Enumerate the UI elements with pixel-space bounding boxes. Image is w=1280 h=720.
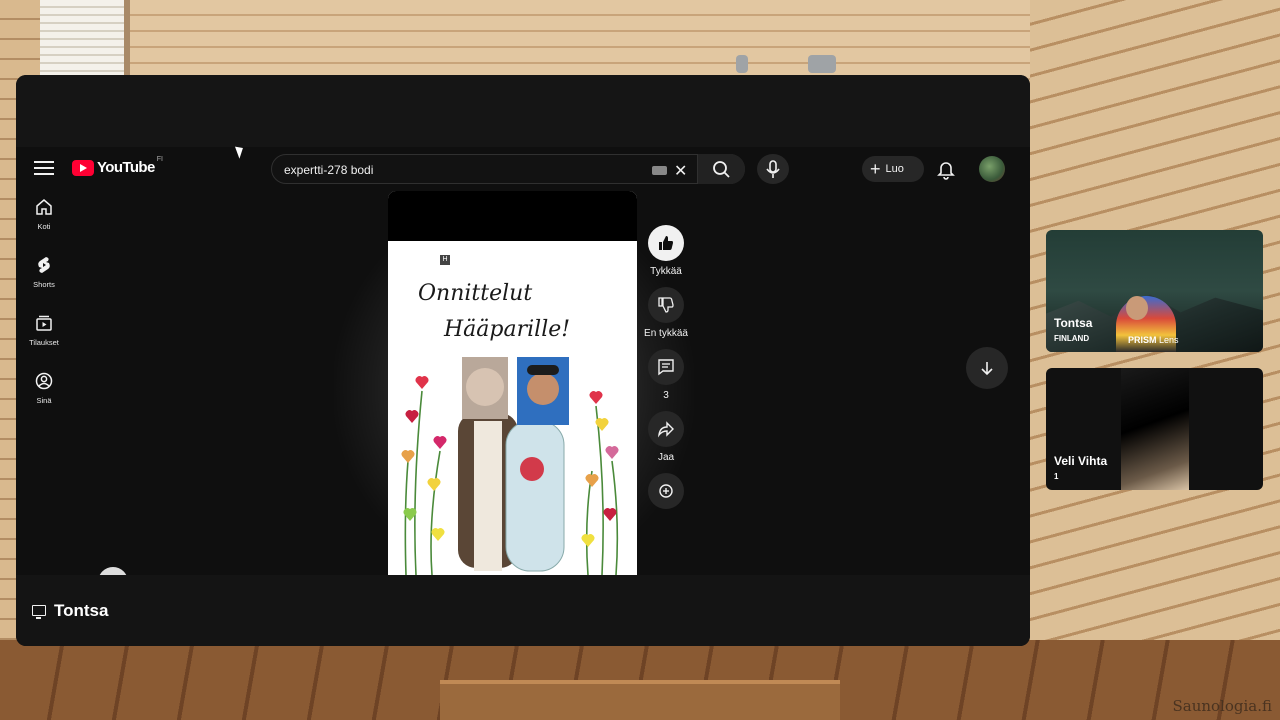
short-actions: Tykkää En tykkää 3 Jaa <box>640 225 692 519</box>
site-watermark: Saunologia.fi <box>1172 697 1272 715</box>
bell-icon <box>937 162 955 180</box>
short-video[interactable]: H Onnittelut Hääparille! <box>388 191 637 575</box>
dislike-label: En tykkää <box>644 328 688 339</box>
search-box: ✕ <box>271 154 745 184</box>
youtube-logo[interactable]: YouTube FI <box>72 156 163 176</box>
lens-suffix: Lens <box>1159 335 1179 345</box>
lens-prefix: PRISM <box>1128 335 1157 345</box>
search-icon <box>713 161 730 178</box>
voice-search-button[interactable] <box>757 154 789 184</box>
youtube-page: YouTube FI ✕ + Luo <box>16 147 1030 575</box>
guide-item-home[interactable]: Koti <box>16 191 72 249</box>
logo-country: FI <box>156 156 163 163</box>
participant-name: Veli Vihta <box>1054 454 1108 468</box>
guide-label: Tilaukset <box>29 338 59 347</box>
share-button[interactable]: Jaa <box>640 411 692 463</box>
thumbs-up-icon <box>659 236 673 250</box>
search-input[interactable] <box>284 160 644 180</box>
comment-icon <box>658 359 674 376</box>
dislike-button[interactable]: En tykkää <box>640 287 692 339</box>
guide-label: Shorts <box>33 280 55 289</box>
screen-share-window: YouTube FI ✕ + Luo <box>16 75 1030 646</box>
participant-tile[interactable]: Veli Vihta 1 <box>1046 368 1263 490</box>
remix-icon <box>659 484 673 498</box>
screen-share-icon <box>32 605 46 619</box>
ceiling-fixture <box>808 55 836 73</box>
guide-item-shorts[interactable]: Shorts <box>16 249 72 307</box>
short-player[interactable]: H Onnittelut Hääparille! <box>388 191 637 575</box>
account-avatar[interactable] <box>979 156 1005 182</box>
clear-icon[interactable]: ✕ <box>674 161 687 181</box>
youtube-logo-icon <box>72 159 94 176</box>
you-icon <box>35 372 53 390</box>
channel-avatar[interactable] <box>98 567 128 575</box>
guide-sidebar: Koti Shorts Tilaukset Sinä <box>16 191 72 423</box>
home-icon <box>36 199 52 215</box>
remix-button[interactable] <box>640 473 692 509</box>
search-button[interactable] <box>697 154 745 184</box>
participant-sub: 1 <box>1054 472 1059 481</box>
next-short-button[interactable] <box>966 347 1008 389</box>
participant-video <box>1121 368 1189 490</box>
youtube-masthead: YouTube FI ✕ + Luo <box>16 147 1030 191</box>
microphone-icon <box>766 160 780 178</box>
like-label: Tykkää <box>650 266 682 277</box>
subscriptions-icon <box>36 315 52 331</box>
share-label: Jaa <box>657 452 675 463</box>
share-icon <box>657 421 674 438</box>
participant-tile[interactable]: Tontsa FINLAND PRISM Lens <box>1046 230 1263 352</box>
plus-icon: + <box>870 159 881 179</box>
participant-name: Tontsa <box>1054 316 1093 330</box>
arrow-down-icon <box>981 362 993 376</box>
wedding-card-illustration <box>401 357 619 575</box>
share-top-bar <box>16 75 1030 147</box>
keyboard-icon[interactable] <box>652 166 667 175</box>
share-footer: Tontsa <box>16 575 1030 646</box>
menu-icon[interactable] <box>34 161 54 177</box>
create-label: Luo <box>885 163 904 175</box>
guide-item-subscriptions[interactable]: Tilaukset <box>16 307 72 365</box>
bench <box>440 680 840 720</box>
guide-label: Sinä <box>36 396 52 405</box>
participant-location: FINLAND <box>1054 334 1090 343</box>
right-wall <box>1030 0 1280 720</box>
lens-watermark: PRISM Lens <box>1128 335 1179 345</box>
like-button[interactable]: Tykkää <box>640 225 692 277</box>
participant-head <box>1126 296 1148 320</box>
create-button[interactable]: + Luo <box>862 156 924 182</box>
thumbs-down-icon <box>658 297 674 313</box>
guide-label: Koti <box>37 222 51 231</box>
guide-item-you[interactable]: Sinä <box>16 365 72 423</box>
shorts-icon <box>38 257 50 273</box>
comments-count: 3 <box>663 390 669 401</box>
presenter-name: Tontsa <box>54 600 109 620</box>
ceiling-fixture <box>736 55 748 73</box>
comments-button[interactable]: 3 <box>640 349 692 401</box>
notifications-button[interactable] <box>935 158 957 180</box>
logo-text: YouTube <box>97 159 155 176</box>
